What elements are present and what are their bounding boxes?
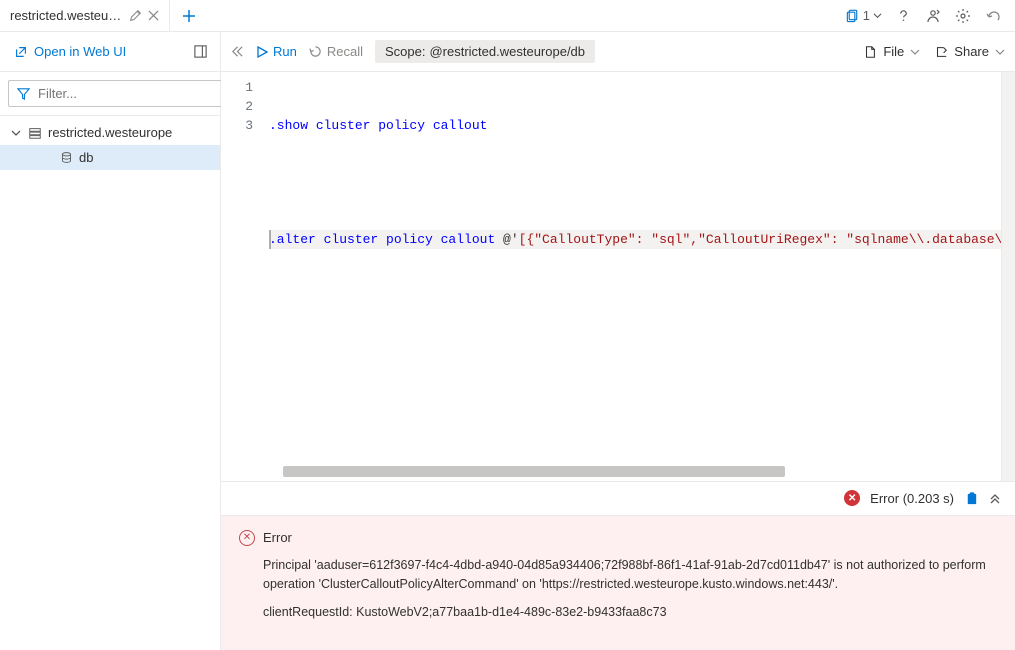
share-menu[interactable]: Share bbox=[934, 44, 1005, 59]
chevron-down-icon bbox=[995, 47, 1005, 57]
error-badge-icon: ✕ bbox=[844, 490, 860, 506]
results-header: ✕ Error (0.203 s) bbox=[221, 482, 1015, 516]
help-icon[interactable] bbox=[896, 8, 911, 23]
collapse-results-icon[interactable] bbox=[989, 492, 1001, 504]
error-circle-icon: ✕ bbox=[239, 530, 255, 546]
recall-button[interactable]: Recall bbox=[309, 44, 363, 59]
collapse-left-icon[interactable] bbox=[231, 45, 244, 58]
connection-sidebar: restricted.westeurope db bbox=[0, 72, 221, 650]
vertical-scrollbar[interactable] bbox=[1001, 72, 1015, 481]
copy-count: 1 bbox=[863, 8, 870, 23]
error-request-id: clientRequestId: KustoWebV2;a77baa1b-d1e… bbox=[263, 603, 997, 622]
tab-bar: restricted.westeur… 1 bbox=[0, 0, 1015, 32]
tree-db-node[interactable]: db bbox=[0, 145, 220, 170]
recall-label: Recall bbox=[327, 44, 363, 59]
results-status: Error (0.203 s) bbox=[870, 491, 954, 506]
undo-icon[interactable] bbox=[985, 8, 1001, 24]
code-area[interactable]: .show cluster policy callout .alter clus… bbox=[265, 72, 1001, 481]
line-gutter: 1 2 3 bbox=[221, 72, 265, 481]
scope-label: Scope: bbox=[385, 44, 425, 59]
run-button[interactable]: Run bbox=[256, 44, 297, 59]
close-icon[interactable] bbox=[148, 10, 159, 21]
settings-icon[interactable] bbox=[955, 8, 971, 24]
cluster-label: restricted.westeurope bbox=[48, 125, 172, 140]
feedback-icon[interactable] bbox=[925, 8, 941, 24]
query-editor[interactable]: 1 2 3 .show cluster policy callout .alte… bbox=[221, 72, 1015, 482]
tab-title: restricted.westeur… bbox=[10, 8, 123, 23]
chevron-down-icon bbox=[910, 47, 920, 57]
chevron-down-icon bbox=[10, 128, 22, 138]
share-label: Share bbox=[954, 44, 989, 59]
query-tab[interactable]: restricted.westeur… bbox=[0, 0, 170, 31]
filter-icon bbox=[17, 87, 30, 100]
run-label: Run bbox=[273, 44, 297, 59]
edit-icon[interactable] bbox=[129, 9, 142, 22]
db-label: db bbox=[79, 150, 93, 165]
top-right-actions: 1 bbox=[845, 8, 1015, 24]
cluster-icon bbox=[28, 126, 42, 140]
new-tab-button[interactable] bbox=[170, 0, 208, 31]
database-icon bbox=[60, 151, 73, 164]
error-message: Principal 'aaduser=612f3697-f4c4-4dbd-a9… bbox=[263, 556, 997, 594]
open-in-web-label: Open in Web UI bbox=[34, 44, 126, 59]
error-heading: Error bbox=[263, 530, 292, 545]
scope-value: @restricted.westeurope/db bbox=[429, 44, 585, 59]
scope-selector[interactable]: Scope: @restricted.westeurope/db bbox=[375, 40, 595, 63]
file-label: File bbox=[883, 44, 904, 59]
tree-cluster-node[interactable]: restricted.westeurope bbox=[0, 120, 220, 145]
horizontal-scrollbar[interactable] bbox=[283, 466, 785, 477]
open-in-web-button[interactable]: Open in Web UI bbox=[8, 40, 132, 63]
filter-input[interactable] bbox=[38, 86, 214, 101]
filter-input-wrapper[interactable] bbox=[8, 80, 223, 107]
panel-toggle-icon[interactable] bbox=[189, 40, 212, 63]
file-menu[interactable]: File bbox=[863, 44, 920, 59]
copy-dropdown[interactable]: 1 bbox=[845, 8, 882, 23]
connection-tree: restricted.westeurope db bbox=[0, 116, 220, 650]
error-panel: ✕ Error Principal 'aaduser=612f3697-f4c4… bbox=[221, 516, 1015, 650]
clipboard-icon[interactable] bbox=[964, 491, 979, 506]
